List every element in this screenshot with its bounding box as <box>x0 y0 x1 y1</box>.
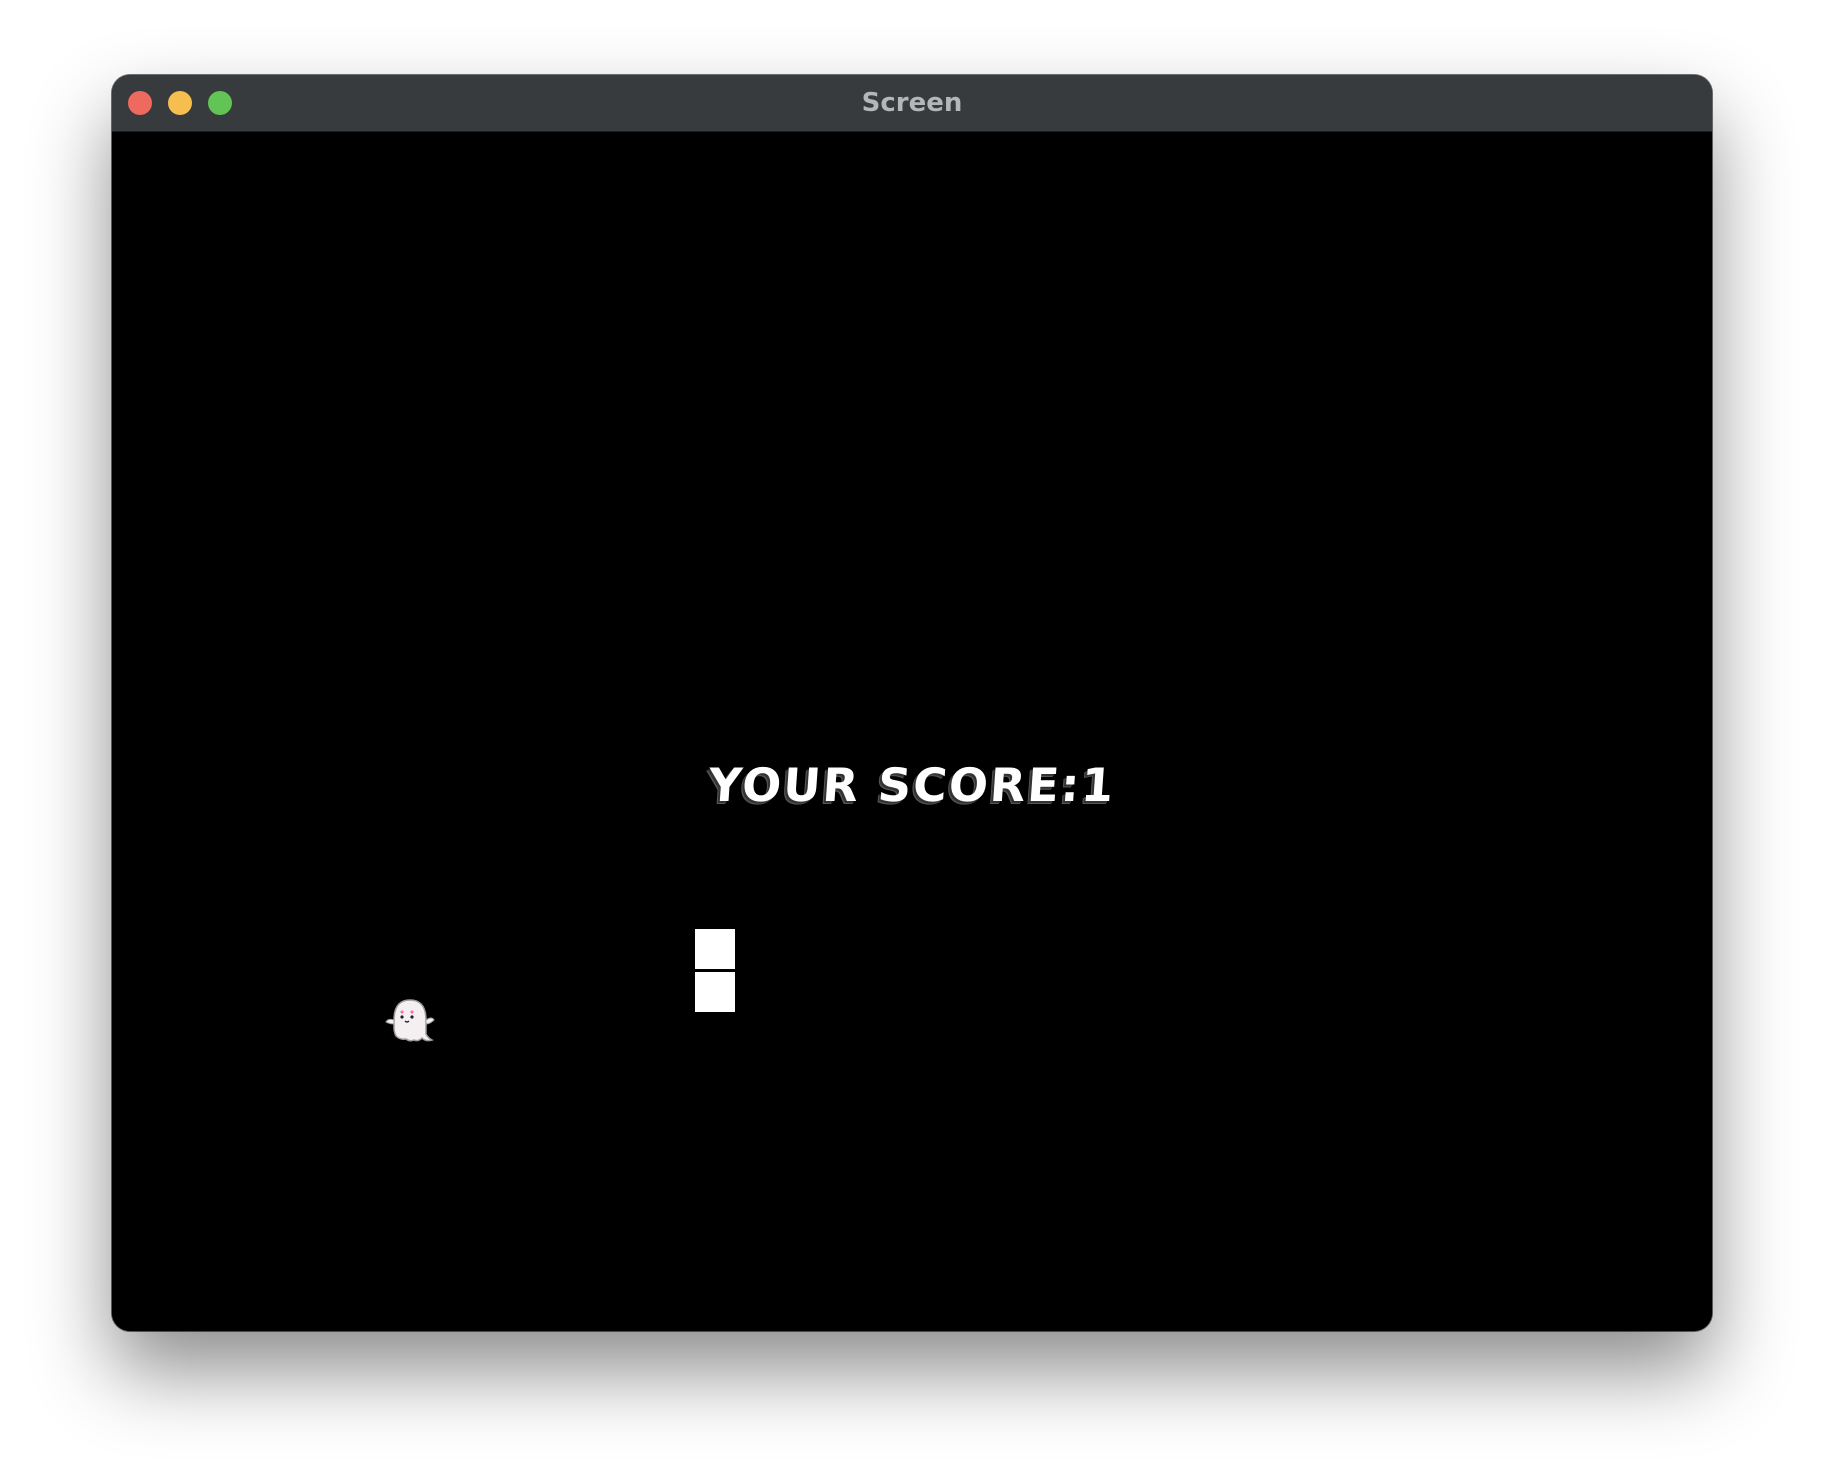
obstacle-block-top <box>695 929 735 969</box>
window-title: Screen <box>861 88 963 118</box>
game-canvas[interactable]: YOUR SCORE:1 <box>112 132 1712 1331</box>
title-bar[interactable]: Screen <box>112 75 1712 132</box>
obstacle-block-bottom <box>695 972 735 1012</box>
game-window: Screen YOUR SCORE:1 <box>112 75 1712 1331</box>
ghost-icon <box>384 994 436 1046</box>
score-text: YOUR SCORE:1 <box>706 758 1118 812</box>
